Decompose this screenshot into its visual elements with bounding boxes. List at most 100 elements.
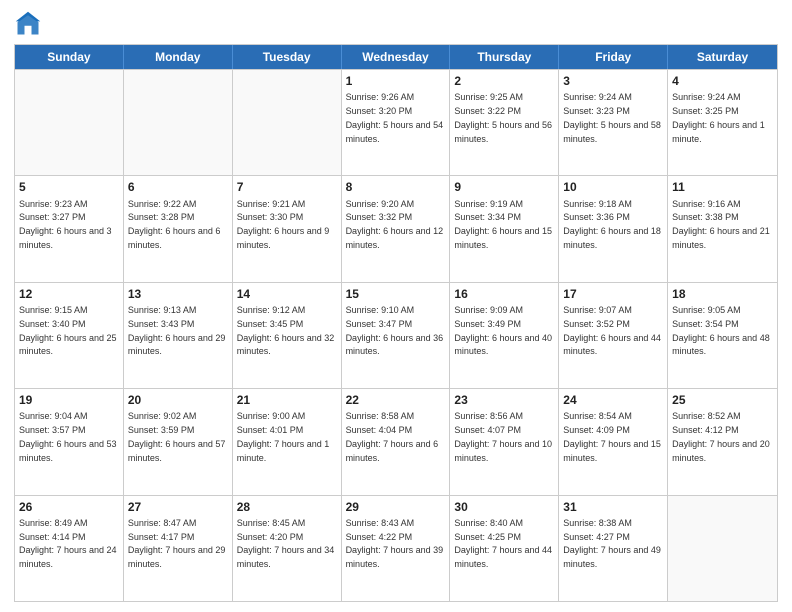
day-number: 29: [346, 499, 446, 515]
day-cell-23: 23 Sunrise: 8:56 AM Sunset: 4:07 PM Dayli…: [450, 389, 559, 494]
day-cell-14: 14 Sunrise: 9:12 AM Sunset: 3:45 PM Dayli…: [233, 283, 342, 388]
day-number: 26: [19, 499, 119, 515]
weekday-header-tuesday: Tuesday: [233, 45, 342, 69]
day-number: 30: [454, 499, 554, 515]
cell-details: Sunrise: 9:09 AM Sunset: 3:49 PM Dayligh…: [454, 305, 552, 356]
day-cell-30: 30Sunrise: 8:40 AM Sunset: 4:25 PM Dayli…: [450, 496, 559, 601]
day-number: 31: [563, 499, 663, 515]
day-number: 3: [563, 73, 663, 89]
day-cell-4: 4 Sunrise: 9:24 AM Sunset: 3:25 PM Daylig…: [668, 70, 777, 175]
calendar-header: SundayMondayTuesdayWednesdayThursdayFrid…: [15, 45, 777, 69]
day-cell-12: 12 Sunrise: 9:15 AM Sunset: 3:40 PM Dayli…: [15, 283, 124, 388]
cell-details: Sunrise: 9:16 AM Sunset: 3:38 PM Dayligh…: [672, 199, 770, 250]
cell-details: Sunrise: 9:21 AM Sunset: 3:30 PM Dayligh…: [237, 199, 330, 250]
calendar-week-4: 19Sunrise: 9:04 AM Sunset: 3:57 PM Dayli…: [15, 388, 777, 494]
calendar-week-2: 5Sunrise: 9:23 AM Sunset: 3:27 PM Daylig…: [15, 175, 777, 281]
cell-details: Sunrise: 9:24 AM Sunset: 3:23 PM Dayligh…: [563, 92, 661, 143]
day-cell-11: 11 Sunrise: 9:16 AM Sunset: 3:38 PM Dayli…: [668, 176, 777, 281]
day-cell-9: 9 Sunrise: 9:19 AM Sunset: 3:34 PM Daylig…: [450, 176, 559, 281]
cell-details: Sunrise: 9:19 AM Sunset: 3:34 PM Dayligh…: [454, 199, 552, 250]
day-cell-24: 24 Sunrise: 8:54 AM Sunset: 4:09 PM Dayli…: [559, 389, 668, 494]
weekday-header-sunday: Sunday: [15, 45, 124, 69]
cell-details: Sunrise: 9:00 AM Sunset: 4:01 PM Dayligh…: [237, 411, 330, 462]
cell-details: Sunrise: 9:15 AM Sunset: 3:40 PM Dayligh…: [19, 305, 117, 356]
empty-cell: [668, 496, 777, 601]
cell-details: Sunrise: 9:12 AM Sunset: 3:45 PM Dayligh…: [237, 305, 335, 356]
calendar-body: 1 Sunrise: 9:26 AM Sunset: 3:20 PM Daylig…: [15, 69, 777, 601]
day-cell-18: 18Sunrise: 9:05 AM Sunset: 3:54 PM Dayli…: [668, 283, 777, 388]
day-cell-28: 28 Sunrise: 8:45 AM Sunset: 4:20 PM Dayli…: [233, 496, 342, 601]
cell-details: Sunrise: 9:22 AM Sunset: 3:28 PM Dayligh…: [128, 199, 221, 250]
cell-details: Sunrise: 9:10 AM Sunset: 3:47 PM Dayligh…: [346, 305, 444, 356]
day-cell-2: 2Sunrise: 9:25 AM Sunset: 3:22 PM Daylig…: [450, 70, 559, 175]
day-number: 20: [128, 392, 228, 408]
day-cell-27: 27Sunrise: 8:47 AM Sunset: 4:17 PM Dayli…: [124, 496, 233, 601]
day-number: 18: [672, 286, 773, 302]
day-cell-20: 20 Sunrise: 9:02 AM Sunset: 3:59 PM Dayli…: [124, 389, 233, 494]
day-cell-31: 31Sunrise: 8:38 AM Sunset: 4:27 PM Dayli…: [559, 496, 668, 601]
day-cell-29: 29 Sunrise: 8:43 AM Sunset: 4:22 PM Dayli…: [342, 496, 451, 601]
day-cell-21: 21 Sunrise: 9:00 AM Sunset: 4:01 PM Dayli…: [233, 389, 342, 494]
cell-details: Sunrise: 9:24 AM Sunset: 3:25 PM Dayligh…: [672, 92, 765, 143]
cell-details: Sunrise: 8:43 AM Sunset: 4:22 PM Dayligh…: [346, 518, 444, 569]
cell-details: Sunrise: 9:13 AM Sunset: 3:43 PM Dayligh…: [128, 305, 226, 356]
logo: [14, 10, 46, 38]
cell-details: Sunrise: 9:26 AM Sunset: 3:20 PM Dayligh…: [346, 92, 444, 143]
empty-cell: [124, 70, 233, 175]
day-cell-10: 10 Sunrise: 9:18 AM Sunset: 3:36 PM Dayli…: [559, 176, 668, 281]
cell-details: Sunrise: 8:56 AM Sunset: 4:07 PM Dayligh…: [454, 411, 552, 462]
cell-details: Sunrise: 8:49 AM Sunset: 4:14 PM Dayligh…: [19, 518, 117, 569]
day-cell-22: 22Sunrise: 8:58 AM Sunset: 4:04 PM Dayli…: [342, 389, 451, 494]
cell-details: Sunrise: 8:47 AM Sunset: 4:17 PM Dayligh…: [128, 518, 226, 569]
cell-details: Sunrise: 9:18 AM Sunset: 3:36 PM Dayligh…: [563, 199, 661, 250]
weekday-header-thursday: Thursday: [450, 45, 559, 69]
calendar-week-5: 26 Sunrise: 8:49 AM Sunset: 4:14 PM Dayli…: [15, 495, 777, 601]
day-cell-8: 8 Sunrise: 9:20 AM Sunset: 3:32 PM Daylig…: [342, 176, 451, 281]
cell-details: Sunrise: 9:20 AM Sunset: 3:32 PM Dayligh…: [346, 199, 444, 250]
cell-details: Sunrise: 9:02 AM Sunset: 3:59 PM Dayligh…: [128, 411, 226, 462]
cell-details: Sunrise: 9:25 AM Sunset: 3:22 PM Dayligh…: [454, 92, 552, 143]
day-number: 25: [672, 392, 773, 408]
logo-icon: [14, 10, 42, 38]
day-number: 7: [237, 179, 337, 195]
day-cell-1: 1 Sunrise: 9:26 AM Sunset: 3:20 PM Daylig…: [342, 70, 451, 175]
day-number: 12: [19, 286, 119, 302]
day-number: 15: [346, 286, 446, 302]
calendar-week-3: 12 Sunrise: 9:15 AM Sunset: 3:40 PM Dayli…: [15, 282, 777, 388]
weekday-header-saturday: Saturday: [668, 45, 777, 69]
calendar: SundayMondayTuesdayWednesdayThursdayFrid…: [14, 44, 778, 602]
empty-cell: [233, 70, 342, 175]
day-number: 6: [128, 179, 228, 195]
day-number: 19: [19, 392, 119, 408]
cell-details: Sunrise: 8:54 AM Sunset: 4:09 PM Dayligh…: [563, 411, 661, 462]
day-number: 1: [346, 73, 446, 89]
cell-details: Sunrise: 9:07 AM Sunset: 3:52 PM Dayligh…: [563, 305, 661, 356]
weekday-header-friday: Friday: [559, 45, 668, 69]
empty-cell: [15, 70, 124, 175]
day-number: 11: [672, 179, 773, 195]
main-container: SundayMondayTuesdayWednesdayThursdayFrid…: [0, 0, 792, 612]
day-number: 17: [563, 286, 663, 302]
day-number: 9: [454, 179, 554, 195]
day-number: 23: [454, 392, 554, 408]
calendar-week-1: 1 Sunrise: 9:26 AM Sunset: 3:20 PM Daylig…: [15, 69, 777, 175]
day-number: 21: [237, 392, 337, 408]
day-cell-25: 25Sunrise: 8:52 AM Sunset: 4:12 PM Dayli…: [668, 389, 777, 494]
day-number: 28: [237, 499, 337, 515]
day-cell-15: 15 Sunrise: 9:10 AM Sunset: 3:47 PM Dayli…: [342, 283, 451, 388]
day-number: 24: [563, 392, 663, 408]
day-cell-26: 26 Sunrise: 8:49 AM Sunset: 4:14 PM Dayli…: [15, 496, 124, 601]
day-cell-17: 17 Sunrise: 9:07 AM Sunset: 3:52 PM Dayli…: [559, 283, 668, 388]
day-number: 14: [237, 286, 337, 302]
day-number: 8: [346, 179, 446, 195]
day-cell-6: 6 Sunrise: 9:22 AM Sunset: 3:28 PM Daylig…: [124, 176, 233, 281]
day-cell-7: 7 Sunrise: 9:21 AM Sunset: 3:30 PM Daylig…: [233, 176, 342, 281]
day-number: 4: [672, 73, 773, 89]
day-cell-19: 19Sunrise: 9:04 AM Sunset: 3:57 PM Dayli…: [15, 389, 124, 494]
cell-details: Sunrise: 8:45 AM Sunset: 4:20 PM Dayligh…: [237, 518, 335, 569]
header: [14, 10, 778, 38]
cell-details: Sunrise: 9:23 AM Sunset: 3:27 PM Dayligh…: [19, 199, 112, 250]
day-number: 10: [563, 179, 663, 195]
day-cell-5: 5Sunrise: 9:23 AM Sunset: 3:27 PM Daylig…: [15, 176, 124, 281]
day-cell-16: 16Sunrise: 9:09 AM Sunset: 3:49 PM Dayli…: [450, 283, 559, 388]
